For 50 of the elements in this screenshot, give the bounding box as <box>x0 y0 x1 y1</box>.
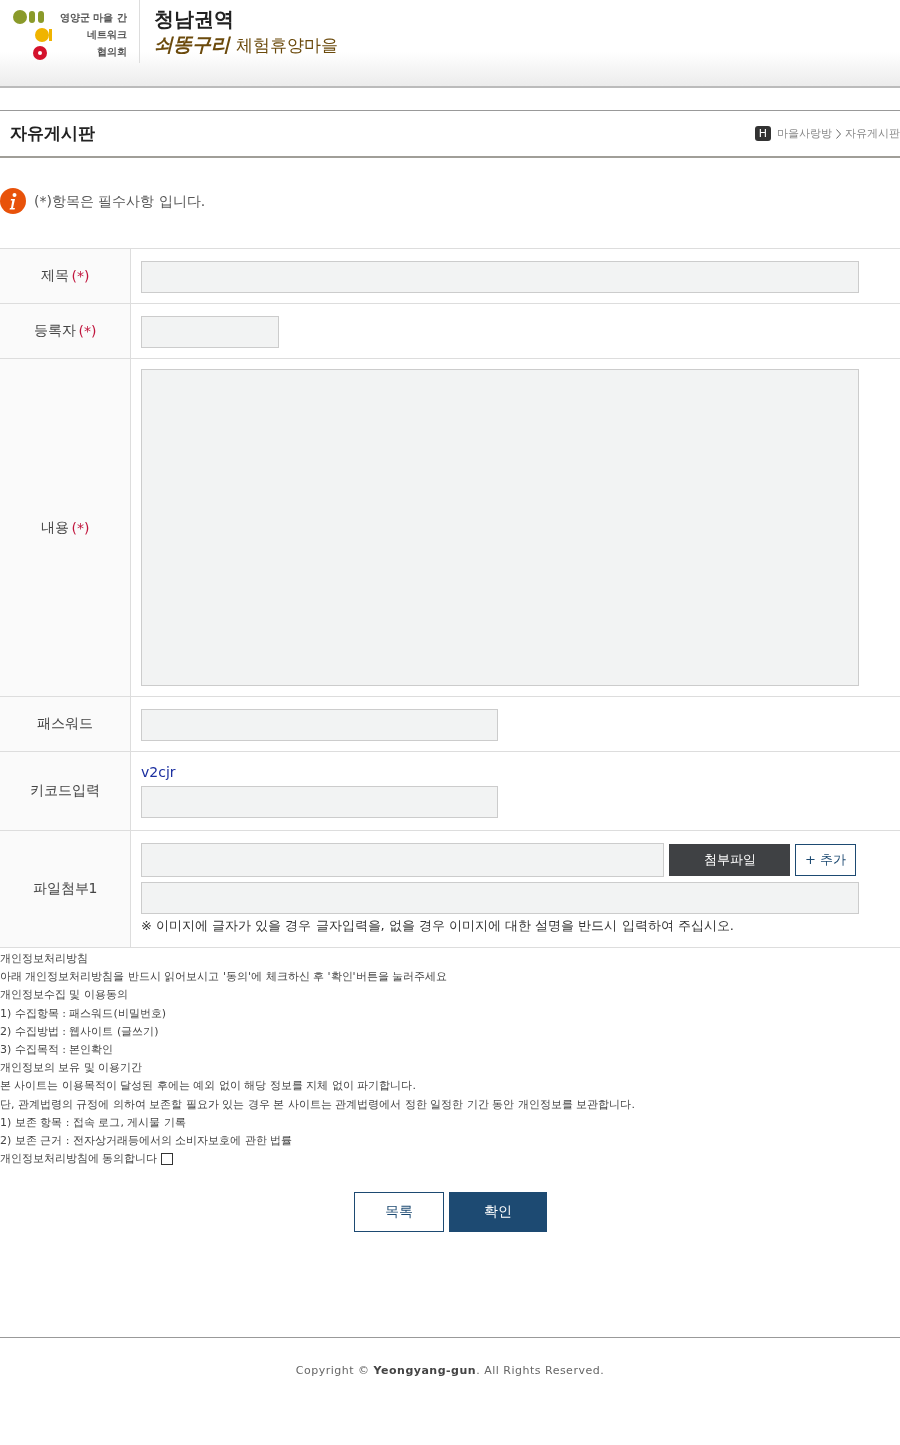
list-button[interactable]: 목록 <box>353 1192 444 1233</box>
site-subtitle: 체험휴양마을 <box>235 34 338 57</box>
required-mark: (*) <box>71 519 90 536</box>
text-area[interactable] <box>141 369 859 686</box>
privacy-text: 단, 관계법령의 규정에 의하여 보존할 필요가 있는 경우 본 사이트는 관계법령에서 정한 일정한 기간 동안 개인정보를 보관합니다. <box>0 1096 636 1113</box>
site-title: 청남권역 <box>153 6 235 32</box>
field-label: 키코드입력 <box>30 782 100 800</box>
privacy-text: 개인정보처리방침 <box>0 951 89 967</box>
privacy-text: 아래 개인정보처리방침을 반드시 읽어보시고 '동의'에 체크하신 후 '확인'버튼을 눌러주세요 <box>0 969 449 986</box>
privacy-text: 1) 보존 항목 : 접속 로그, 게시물 기록 <box>0 1114 187 1131</box>
input-field[interactable] <box>141 882 859 914</box>
required-mark: (*) <box>71 268 90 284</box>
file-note: ※ 이미지에 글자가 있을 경우 글자입력을, 없을 경우 이미지에 대한 설명을 반드시 입력하여 주십시오. <box>141 917 735 935</box>
agree-label: 개인정보처리방침에 동의합니다 <box>0 1151 158 1168</box>
attach-button[interactable]: 첨부파일 <box>669 844 790 876</box>
copyright-text: Copyright © Yeongyang-gun. All Rights Reserved. <box>295 1364 605 1380</box>
privacy-text: 2) 수집방법 : 웹사이트 (글쓰기) <box>0 1023 160 1040</box>
captcha-code: v2cjr <box>141 764 177 780</box>
input-field[interactable] <box>141 843 664 877</box>
input-field[interactable] <box>141 261 859 293</box>
input-field[interactable] <box>141 709 498 741</box>
logo-text: 협의회 <box>96 45 127 59</box>
add-button[interactable]: + 추가 <box>795 844 856 876</box>
notice-text: (*)항목은 필수사항 입니다. <box>34 192 206 211</box>
privacy-text: 개인정보의 보유 및 이용기간 <box>0 1060 144 1077</box>
input-field[interactable] <box>141 316 279 348</box>
field-label: 파일첨부1 <box>32 880 98 898</box>
logo-text: 영양군 마을 간 <box>60 11 127 25</box>
privacy-text: 개인정보수집 및 이용동의 <box>0 987 129 1004</box>
site-brand: 쇠똥구리 <box>153 32 230 57</box>
field-label: 내용 <box>40 518 69 537</box>
field-label: 패스워드 <box>37 715 93 733</box>
agree-checkbox[interactable] <box>160 1153 173 1166</box>
confirm-button[interactable]: 확인 <box>448 1192 547 1233</box>
privacy-text: 3) 수집목적 : 본인확인 <box>0 1042 115 1058</box>
logo-text: 네트워크 <box>86 28 127 42</box>
chevron-right-icon <box>836 128 841 139</box>
privacy-text: 본 사이트는 이용목적이 달성된 후에는 예외 없이 해당 정보를 지체 없이 파기합니다. <box>0 1078 417 1095</box>
page-title: 자유게시판 <box>10 122 95 145</box>
info-icon <box>0 188 26 214</box>
home-icon[interactable]: H <box>754 126 771 141</box>
logo-icon <box>12 9 52 61</box>
privacy-text: 2) 보존 근거 : 전자상거래등에서의 소비자보호에 관한 법률 <box>0 1133 294 1150</box>
breadcrumb-link[interactable]: 마을사랑방 <box>777 126 832 141</box>
input-field[interactable] <box>141 786 498 818</box>
field-label: 등록자 <box>33 322 76 340</box>
privacy-text: 1) 수집항목 : 패스워드(비밀번호) <box>0 1005 168 1022</box>
required-mark: (*) <box>78 323 97 339</box>
field-label: 제목 <box>40 267 69 285</box>
breadcrumb-link[interactable]: 자유게시판 <box>845 126 900 141</box>
